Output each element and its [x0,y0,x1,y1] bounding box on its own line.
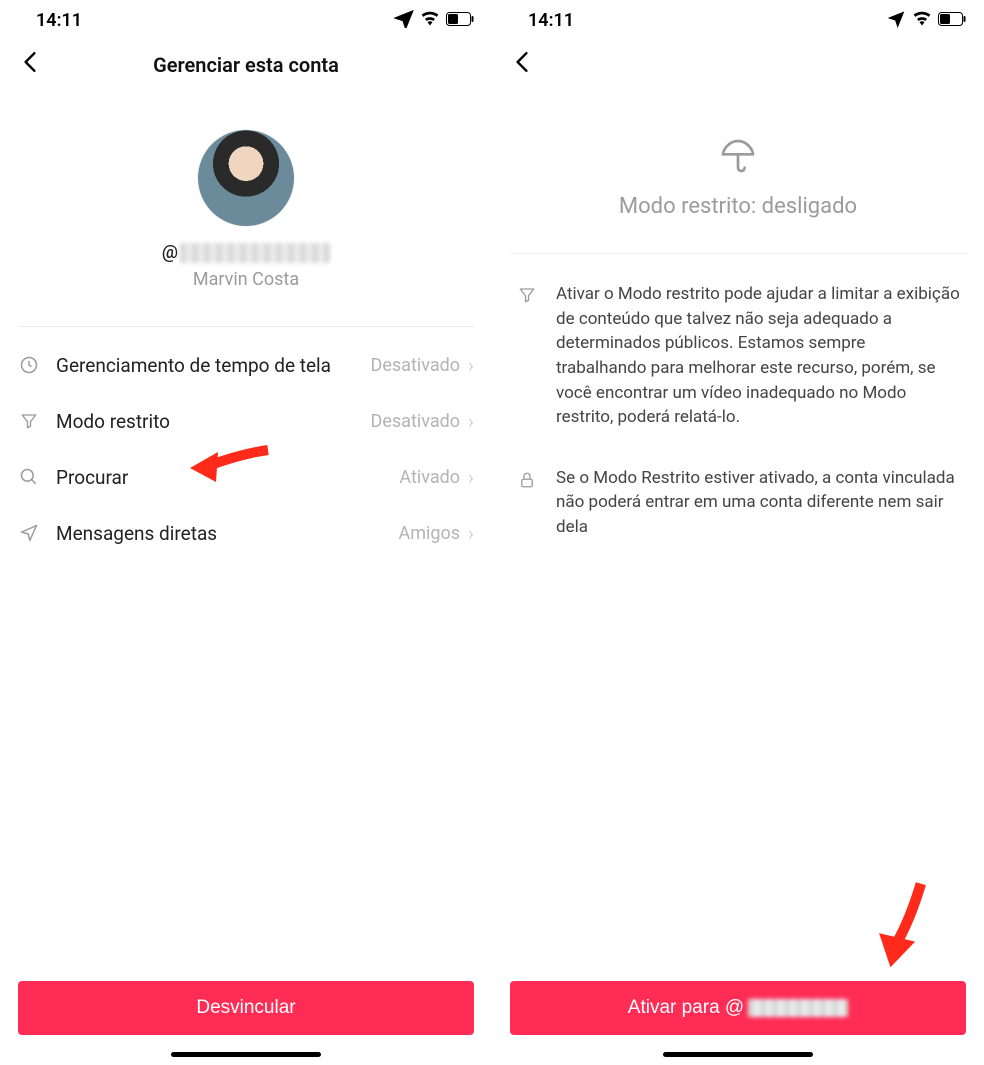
page-title: Gerenciar esta conta [0,53,492,77]
redacted-handle [180,243,330,263]
search-icon [18,466,40,488]
info-row-description: Ativar o Modo restrito pode ajudar a lim… [492,264,984,448]
status-time: 14:11 [36,10,82,31]
screen-manage-account: 14:11 Gerenciar esta conta @ Marvin Cost… [0,0,492,1065]
battery-icon [446,10,474,31]
status-bar: 14:11 [0,0,492,40]
home-indicator[interactable] [663,1052,813,1057]
button-label: Ativar para @ [628,997,744,1019]
row-value: Amigos [398,523,460,544]
filter-icon [516,286,538,430]
status-time: 14:11 [528,10,574,31]
filter-icon [18,410,40,432]
home-indicator[interactable] [171,1052,321,1057]
info-row-lock: Se o Modo Restrito estiver ativado, a co… [492,448,984,558]
profile-section: @ Marvin Costa [0,90,492,316]
row-direct-messages[interactable]: Mensagens diretas Amigos › [0,505,492,561]
status-icons [394,8,474,33]
row-search[interactable]: Procurar Ativado › [0,449,492,505]
airplane-icon [886,8,906,33]
divider [510,253,966,254]
back-button[interactable] [16,50,44,80]
unlink-button[interactable]: Desvincular [18,981,474,1035]
redacted-handle [748,999,848,1017]
nav-bar [492,40,984,90]
row-screen-time[interactable]: Gerenciamento de tempo de tela Desativad… [0,337,492,393]
row-value: Desativado [371,411,461,432]
status-bar: 14:11 [492,0,984,40]
chevron-right-icon: › [468,465,474,489]
hero-section: Modo restrito: desligado [492,90,984,243]
battery-icon [938,10,966,31]
screen-restricted-mode: 14:11 Modo restrito: desligado Ativar [492,0,984,1065]
back-button[interactable] [508,50,536,80]
row-label: Mensagens diretas [56,522,398,545]
wifi-icon [912,10,932,31]
row-label: Procurar [56,466,399,489]
lock-icon [516,470,538,540]
chevron-right-icon: › [468,353,474,377]
display-name: Marvin Costa [193,269,299,290]
airplane-icon [394,8,414,33]
handle-prefix: @ [162,242,178,263]
row-value: Desativado [371,355,461,376]
button-label: Desvincular [196,997,295,1019]
row-label: Modo restrito [56,410,371,433]
wifi-icon [420,10,440,31]
handle-row: @ [162,242,330,263]
activate-button[interactable]: Ativar para @ [510,981,966,1035]
nav-bar: Gerenciar esta conta [0,40,492,90]
clock-icon [18,354,40,376]
avatar[interactable] [198,130,294,226]
status-icons [886,8,966,33]
chevron-right-icon: › [468,409,474,433]
row-restricted-mode[interactable]: Modo restrito Desativado › [0,393,492,449]
row-label: Gerenciamento de tempo de tela [56,354,371,377]
umbrella-icon [718,136,758,194]
chevron-right-icon: › [468,521,474,545]
info-text: Ativar o Modo restrito pode ajudar a lim… [556,282,960,430]
divider [18,326,474,327]
send-icon [18,522,40,544]
row-value: Ativado [399,467,460,488]
info-text: Se o Modo Restrito estiver ativado, a co… [556,466,960,540]
hero-title: Modo restrito: desligado [619,194,857,219]
